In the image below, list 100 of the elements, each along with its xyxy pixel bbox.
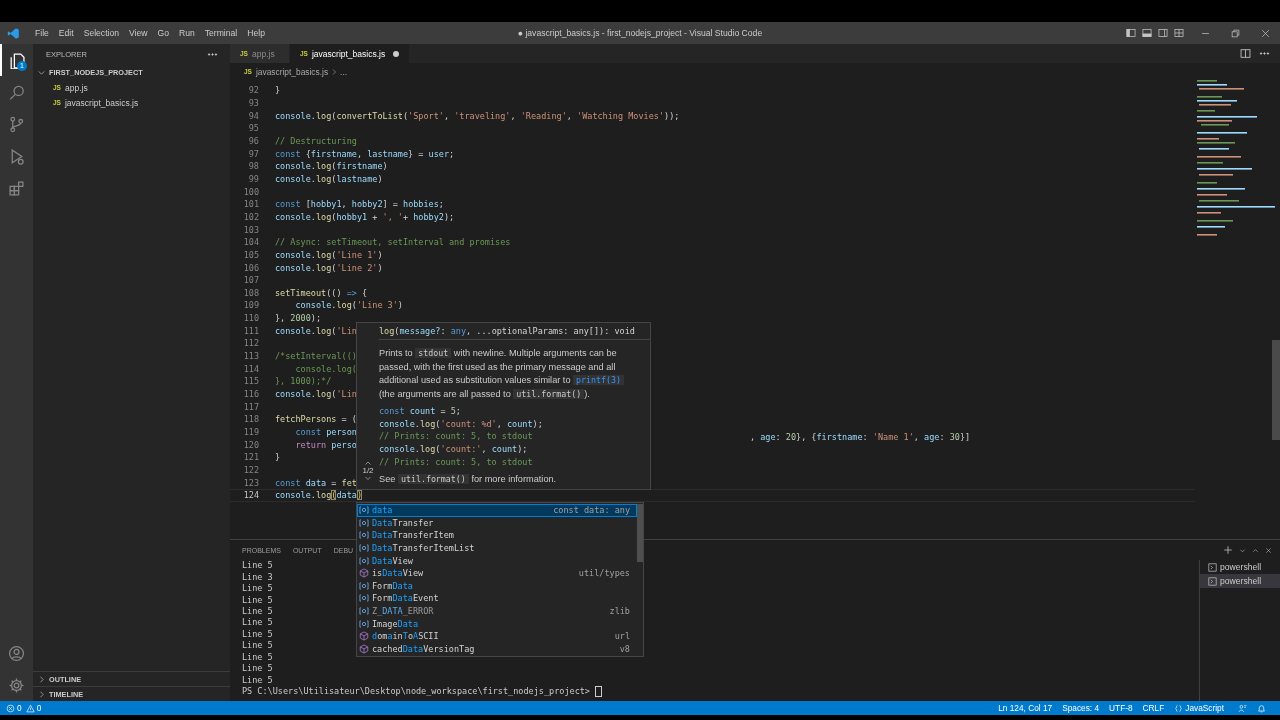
menu-item[interactable]: Terminal bbox=[199, 28, 243, 38]
feedback-icon[interactable] bbox=[1238, 703, 1247, 713]
menu-item[interactable]: Go bbox=[152, 28, 174, 38]
line-number: 115 bbox=[242, 376, 259, 387]
chevron-up-icon[interactable] bbox=[1252, 546, 1259, 554]
suggestion-item[interactable]: DataTransferItem bbox=[357, 529, 637, 542]
secondary-sidebar-icon[interactable] bbox=[1158, 28, 1168, 38]
code-example-line: console.log('count: %d', count); bbox=[379, 418, 543, 429]
panel-layout-icon[interactable] bbox=[1142, 28, 1152, 38]
layout-grid-icon[interactable] bbox=[1174, 28, 1184, 38]
suggestion-item[interactable]: DataTransferItemList bbox=[357, 541, 637, 555]
code-line: }, 2000); bbox=[275, 313, 322, 324]
terminal-line: Line 5 bbox=[242, 628, 273, 639]
menu-item[interactable]: View bbox=[124, 28, 153, 38]
line-number: 105 bbox=[242, 249, 259, 260]
error-count[interactable]: 0 bbox=[17, 703, 22, 713]
file-name[interactable]: app.js bbox=[64, 82, 88, 93]
extensions-icon[interactable] bbox=[8, 179, 25, 197]
line-number: 119 bbox=[242, 427, 259, 438]
warning-count[interactable]: 0 bbox=[36, 703, 42, 713]
close-icon[interactable] bbox=[1260, 28, 1270, 38]
line-number: 101 bbox=[242, 199, 259, 210]
cube-icon bbox=[359, 643, 369, 654]
suggestion-item[interactable]: cachedDataVersionTag v8 bbox=[357, 642, 637, 656]
terminal-line: Line 3 bbox=[242, 571, 273, 582]
terminal-line: Line 5 bbox=[242, 594, 273, 605]
terminal-line: Line 5 bbox=[242, 663, 273, 674]
menu-item[interactable]: Edit bbox=[53, 28, 79, 38]
code-line: console.log('Lin bbox=[275, 325, 357, 336]
split-editor-icon[interactable] bbox=[1240, 48, 1251, 59]
line-number: 112 bbox=[242, 338, 259, 349]
menu-item[interactable]: File bbox=[30, 28, 54, 38]
menu-item[interactable]: Help bbox=[242, 28, 270, 38]
breadcrumb-item[interactable]: javascript_basics.js bbox=[255, 66, 329, 77]
code-line: const [hobby1, hobby2] = hobbies; bbox=[275, 199, 444, 210]
menu-item[interactable]: Selection bbox=[78, 28, 125, 38]
text-cursor bbox=[595, 686, 603, 698]
terminal-line: Line 5 bbox=[242, 583, 273, 594]
account-icon[interactable] bbox=[8, 644, 25, 662]
suggestion-item[interactable]: data const data: any bbox=[357, 504, 637, 517]
line-number: 102 bbox=[242, 211, 259, 222]
menu-item[interactable]: Run bbox=[174, 28, 200, 38]
terminal-icon bbox=[1208, 562, 1217, 572]
warning-icon[interactable] bbox=[25, 703, 35, 713]
status-item[interactable]: UTF-8 bbox=[1109, 703, 1133, 713]
suggestion-item[interactable]: FormDataEvent bbox=[357, 592, 637, 605]
code-line: console.log(hobby1 + ', '+ hobby2); bbox=[275, 211, 455, 222]
search-icon[interactable] bbox=[8, 83, 25, 101]
chevron-up-icon[interactable] bbox=[364, 460, 372, 466]
line-number: 117 bbox=[242, 401, 259, 412]
code-line: console.log('Line 1') bbox=[275, 249, 383, 260]
branch-icon[interactable] bbox=[8, 115, 25, 133]
scrollbar-thumb[interactable] bbox=[637, 504, 643, 562]
line-number: 104 bbox=[242, 237, 259, 248]
page-indicator: 1/2 bbox=[362, 466, 374, 475]
line-number: 99 bbox=[247, 173, 259, 184]
language-mode[interactable]: JavaScript bbox=[1185, 703, 1224, 713]
line-number: 114 bbox=[242, 363, 259, 374]
suggestion-item[interactable]: Z_DATA_ERROR zlib bbox=[357, 604, 637, 618]
doc-link[interactable]: printf(3) bbox=[573, 375, 625, 385]
sidebar-layout-icon[interactable] bbox=[1126, 28, 1136, 38]
status-item[interactable]: Ln 124, Col 17 bbox=[998, 703, 1053, 713]
chevron-down-icon[interactable] bbox=[364, 475, 372, 481]
bell-icon[interactable] bbox=[1257, 703, 1266, 713]
suggestion-item[interactable]: DataView bbox=[357, 554, 637, 567]
close-icon[interactable] bbox=[1265, 546, 1272, 554]
file-name[interactable]: javascript_basics.js bbox=[64, 97, 139, 108]
code-line: } bbox=[275, 452, 281, 463]
files-icon[interactable] bbox=[8, 51, 25, 69]
suggestion-item[interactable]: FormData bbox=[357, 579, 637, 593]
code-example-line: // Prints: count: 5, to stdout bbox=[379, 456, 533, 467]
variable-icon bbox=[359, 618, 369, 629]
settings-icon[interactable] bbox=[8, 676, 25, 694]
line-number: 97 bbox=[247, 148, 259, 159]
code-line: // Async: setTimeout, setInterval and promises bbox=[275, 237, 511, 248]
code-line: console.log(data) bbox=[275, 490, 363, 501]
code-example-line: // Prints: count: 5, to stdout bbox=[379, 431, 533, 442]
shell-instance[interactable]: powershell bbox=[1200, 560, 1280, 575]
code-line: , age: 20}, {firstname: 'Name 1', age: 30}] bbox=[749, 432, 971, 443]
status-item[interactable]: Spaces: 4 bbox=[1062, 703, 1100, 713]
suggestion-item[interactable]: ImageData bbox=[357, 617, 637, 630]
status-item[interactable]: CRLF bbox=[1142, 703, 1165, 713]
chevron-icon[interactable] bbox=[37, 674, 46, 684]
code-line: console.log(lastname) bbox=[275, 173, 383, 184]
code-line: const data = fet bbox=[275, 477, 357, 488]
terminal-line: Line 5 bbox=[242, 617, 273, 628]
breadcrumb-item[interactable]: ... bbox=[340, 66, 348, 77]
error-icon[interactable] bbox=[6, 703, 15, 713]
add-icon[interactable] bbox=[1223, 545, 1233, 556]
code-line: return perso bbox=[294, 439, 357, 450]
line-number: 96 bbox=[247, 135, 259, 146]
shell-instance[interactable]: powershell bbox=[1200, 574, 1280, 589]
restore-icon[interactable] bbox=[1230, 28, 1240, 38]
suggestion-item[interactable]: DataTransfer bbox=[357, 516, 637, 530]
suggestion-item[interactable]: isDataView util/types bbox=[357, 566, 637, 580]
chevron-icon[interactable] bbox=[37, 689, 46, 699]
caret-icon[interactable] bbox=[1239, 546, 1246, 554]
line-number: 93 bbox=[247, 98, 259, 108]
scrollbar-thumb[interactable] bbox=[1272, 340, 1280, 440]
suggestion-item[interactable]: domainToASCII url bbox=[357, 629, 637, 643]
